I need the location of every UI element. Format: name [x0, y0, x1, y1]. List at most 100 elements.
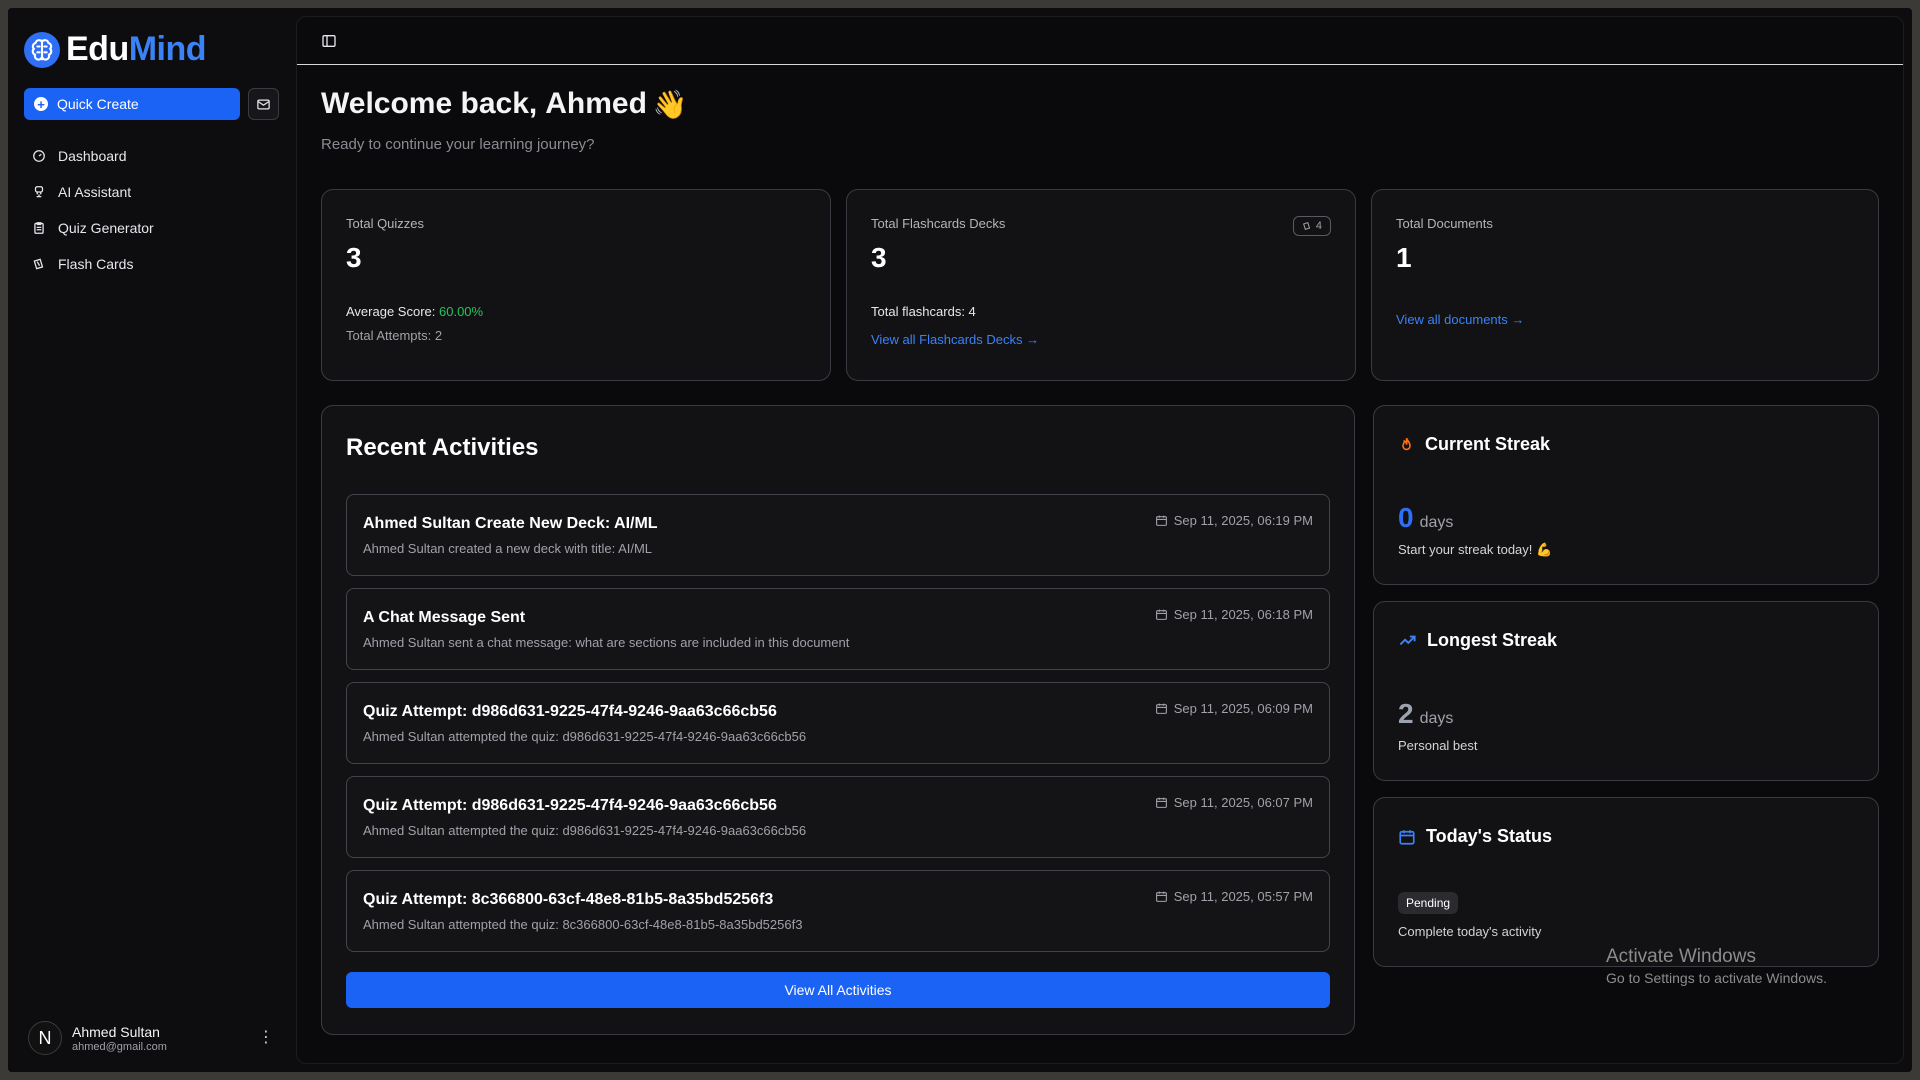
brand-name: EduMind	[66, 30, 207, 68]
stat-value: 1	[1396, 242, 1412, 273]
longest-streak-subtitle: Personal best	[1398, 738, 1478, 753]
activity-item[interactable]: Quiz Attempt: 8c366800-63cf-48e8-81b5-8a…	[346, 870, 1330, 952]
calendar-icon	[1155, 797, 1167, 808]
sidebar-toggle-icon[interactable]	[321, 33, 337, 49]
average-score: Average Score: 60.00%	[346, 304, 483, 319]
calendar-icon	[1155, 891, 1167, 902]
activate-windows-watermark: Activate Windows Go to Settings to activ…	[1606, 946, 1827, 986]
stat-value: 3	[871, 242, 887, 273]
user-info: Ahmed Sultan ahmed@gmail.com	[72, 1024, 167, 1053]
activity-item[interactable]: A Chat Message Sent Ahmed Sultan sent a …	[346, 588, 1330, 670]
watermark-subtitle: Go to Settings to activate Windows.	[1606, 970, 1827, 986]
total-quizzes-card: Total Quizzes 3 Average Score: 60.00% To…	[321, 189, 831, 381]
calendar-icon	[1399, 829, 1415, 845]
longest-streak-number: 2	[1398, 698, 1414, 729]
logo[interactable]: EduMind	[24, 30, 207, 69]
dashboard-icon	[33, 150, 45, 162]
activity-item[interactable]: Ahmed Sultan Create New Deck: AI/ML Ahme…	[346, 494, 1330, 576]
card-title-text: Today's Status	[1426, 826, 1552, 846]
activity-timestamp: Sep 11, 2025, 05:57 PM	[1173, 889, 1313, 904]
activity-time: Sep 11, 2025, 05:57 PM	[1155, 889, 1313, 904]
app-window: EduMind + Quick Create Dashboard AI Assi…	[8, 8, 1912, 1072]
stat-label: Total Documents	[1396, 216, 1493, 231]
sidebar-item-label: Quiz Generator	[58, 220, 154, 236]
activity-time: Sep 11, 2025, 06:19 PM	[1155, 513, 1313, 528]
card-title-text: Current Streak	[1425, 434, 1551, 454]
sidebar-item-dashboard[interactable]: Dashboard	[32, 138, 154, 174]
activity-description: Ahmed Sultan attempted the quiz: d986d63…	[363, 823, 807, 838]
stat-label: Total Flashcards Decks	[871, 216, 1006, 231]
clipboard-icon	[34, 222, 44, 234]
longest-streak-value: 2 days	[1398, 698, 1453, 730]
total-flashcards-card: Total Flashcards Decks 4 3 Total flashca…	[846, 189, 1356, 381]
activity-title: Quiz Attempt: d986d631-9225-47f4-9246-9a…	[363, 703, 777, 720]
activity-time: Sep 11, 2025, 06:09 PM	[1155, 701, 1313, 716]
sidebar-item-flash-cards[interactable]: Flash Cards	[32, 246, 154, 282]
cards-icon	[1302, 222, 1311, 230]
avatar: N	[28, 1021, 62, 1055]
activity-title: Ahmed Sultan Create New Deck: AI/ML	[363, 515, 658, 532]
welcome-subtitle: Ready to continue your learning journey?	[321, 136, 595, 153]
sidebar-item-quiz-generator[interactable]: Quiz Generator	[32, 210, 154, 246]
user-name: Ahmed Sultan	[72, 1023, 160, 1040]
wave-emoji: 👋	[652, 88, 688, 120]
streak-number: 0	[1398, 502, 1414, 533]
total-documents-card: Total Documents 1 View all documents →	[1371, 189, 1879, 381]
cards-icon	[33, 258, 44, 270]
activity-title: Quiz Attempt: 8c366800-63cf-48e8-81b5-8a…	[363, 891, 774, 908]
user-first-name: Ahmed	[545, 87, 647, 120]
recent-activities-card: Recent Activities Ahmed Sultan Create Ne…	[321, 405, 1355, 1035]
activity-timestamp: Sep 11, 2025, 06:09 PM	[1173, 701, 1313, 716]
calendar-icon	[1155, 609, 1167, 620]
flame-icon	[1402, 437, 1411, 451]
activity-title: Quiz Attempt: d986d631-9225-47f4-9246-9a…	[363, 797, 777, 814]
quick-create-label: Quick Create	[57, 96, 139, 112]
welcome-heading: Welcome back, Ahmed 👋	[321, 87, 688, 121]
activity-description: Ahmed Sultan attempted the quiz: 8c36680…	[363, 917, 803, 932]
brain-logo-icon	[24, 31, 60, 68]
watermark-title: Activate Windows	[1606, 946, 1756, 967]
mail-icon	[257, 99, 270, 109]
greeting-text: Welcome back,	[321, 87, 538, 120]
quick-actions: + Quick Create	[24, 88, 279, 120]
badge-count: 4	[1315, 220, 1322, 232]
view-all-flashcards-link[interactable]: View all Flashcards Decks →	[871, 332, 1039, 347]
activity-description: Ahmed Sultan created a new deck with tit…	[363, 541, 653, 556]
bot-icon	[34, 186, 44, 198]
streak-subtitle: Start your streak today! 💪	[1398, 542, 1553, 557]
section-title: Recent Activities	[346, 434, 539, 461]
view-all-activities-button[interactable]: View All Activities	[346, 972, 1330, 1008]
calendar-icon	[1155, 515, 1167, 526]
sidebar-item-label: Dashboard	[58, 148, 127, 164]
status-badge: Pending	[1398, 892, 1459, 914]
inbox-button[interactable]	[248, 88, 279, 120]
activity-timestamp: Sep 11, 2025, 06:19 PM	[1173, 513, 1313, 528]
main-content: Welcome back, Ahmed 👋 Ready to continue …	[296, 16, 1904, 1064]
card-title: Today's Status	[1398, 826, 1552, 847]
more-vertical-icon[interactable]: ⋮	[258, 1030, 274, 1046]
average-score-value: 60.00%	[439, 304, 484, 319]
activity-time: Sep 11, 2025, 06:18 PM	[1155, 607, 1313, 622]
sidebar: EduMind + Quick Create Dashboard AI Assi…	[8, 8, 296, 1072]
card-title: Longest Streak	[1398, 630, 1557, 651]
activity-description: Ahmed Sultan sent a chat message: what a…	[363, 635, 850, 650]
card-title: Current Streak	[1398, 434, 1550, 455]
activity-timestamp: Sep 11, 2025, 06:18 PM	[1173, 607, 1313, 622]
stat-label: Total Quizzes	[346, 216, 425, 231]
sidebar-item-ai-assistant[interactable]: AI Assistant	[32, 174, 154, 210]
quick-create-button[interactable]: + Quick Create	[24, 88, 240, 120]
activity-timestamp: Sep 11, 2025, 06:07 PM	[1173, 795, 1313, 810]
activity-item[interactable]: Quiz Attempt: d986d631-9225-47f4-9246-9a…	[346, 776, 1330, 858]
total-flashcards: Total flashcards: 4	[871, 304, 976, 319]
todays-status-card: Today's Status Pending Complete today's …	[1373, 797, 1879, 967]
streak-value: 0 days	[1398, 502, 1453, 534]
longest-streak-unit: days	[1419, 710, 1454, 727]
user-profile[interactable]: N Ahmed Sultan ahmed@gmail.com ⋮	[28, 1016, 280, 1060]
top-bar	[297, 17, 1903, 65]
flashcard-count-badge: 4	[1292, 216, 1331, 236]
view-all-documents-link[interactable]: View all documents →	[1396, 312, 1524, 327]
activity-item[interactable]: Quiz Attempt: d986d631-9225-47f4-9246-9a…	[346, 682, 1330, 764]
activity-time: Sep 11, 2025, 06:07 PM	[1155, 795, 1313, 810]
calendar-icon	[1155, 703, 1167, 714]
plus-circle-icon: +	[34, 97, 48, 111]
